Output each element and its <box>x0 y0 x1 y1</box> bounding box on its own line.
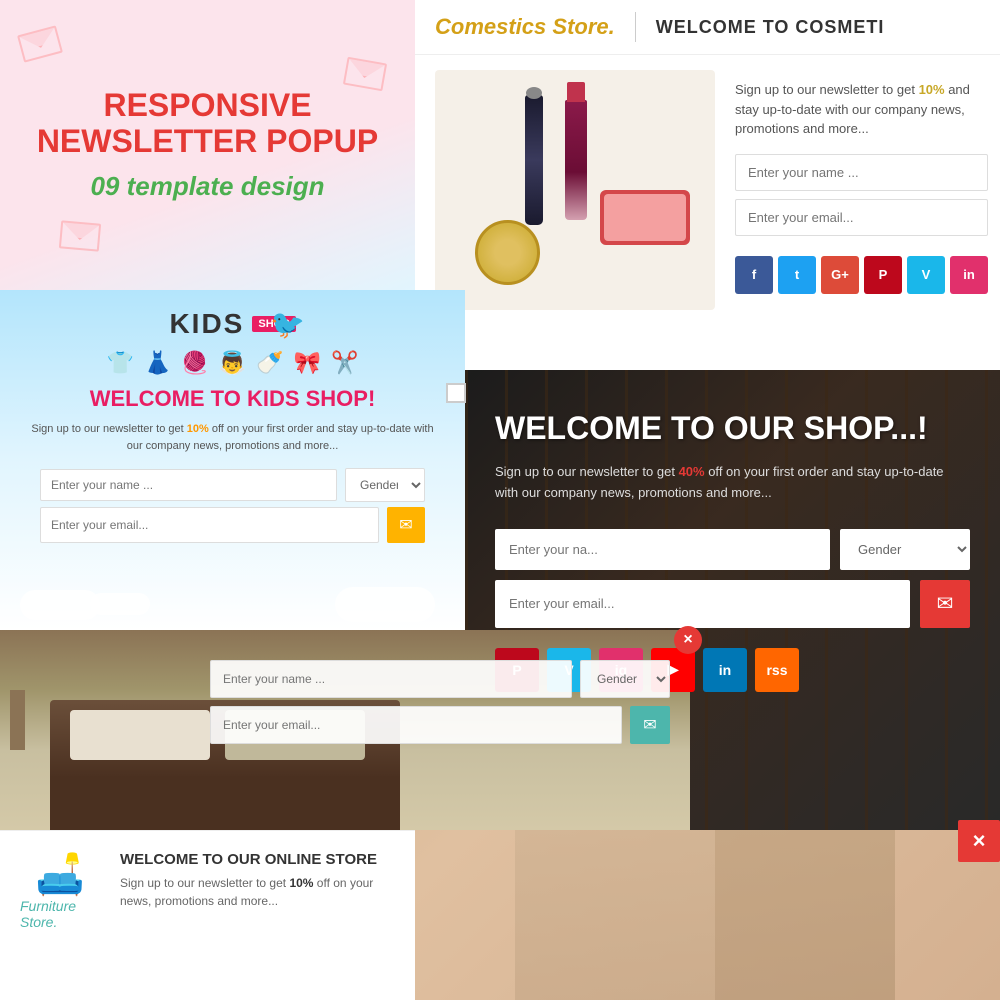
fashion-email-input[interactable] <box>495 580 910 628</box>
lipstick-product <box>565 100 587 220</box>
product-display <box>445 90 705 290</box>
cosmetics-logo-text: Comestics <box>435 14 546 39</box>
kids-signup-text: Sign up to our newsletter to get 10% off… <box>0 417 465 458</box>
fashion-form-row2: ✉ <box>495 580 970 628</box>
close-main-btn[interactable]: × <box>958 820 1000 862</box>
hanging-item-3: 🧶 <box>181 350 208 376</box>
cosmetics-facebook-btn[interactable]: f <box>735 256 773 294</box>
furniture-email-input[interactable] <box>210 706 622 744</box>
newsletter-title-line1: RESPONSIVE <box>103 88 311 123</box>
kids-form-row1: Gender Male Female <box>0 458 465 507</box>
furniture-form-area: Gender Male Female ✉ <box>210 660 670 752</box>
cosmetics-welcome-text: WELCOME TO COSMETI <box>656 17 885 38</box>
cosmetics-google-btn[interactable]: G+ <box>821 256 859 294</box>
cosmetics-email-input[interactable] <box>735 199 988 236</box>
cosmetics-twitter-btn[interactable]: t <box>778 256 816 294</box>
close-popup-btn-small[interactable]: × <box>674 626 702 654</box>
cosmetics-social-row: f t G+ P V in <box>735 256 988 294</box>
furniture-logo: 🛋️ Furniture Store. <box>20 851 100 930</box>
fashion-name-input[interactable] <box>495 529 830 570</box>
kids-bird-icon: 🐦 <box>270 308 305 341</box>
cosmetics-pinterest-btn[interactable]: P <box>864 256 902 294</box>
cosmetics-form: Sign up to our newsletter to get 10% and… <box>735 70 988 310</box>
cosmetics-header-divider <box>635 12 636 42</box>
hanging-item-7: ✂️ <box>331 350 358 376</box>
cosmetics-products-visual <box>435 70 715 310</box>
furniture-logo-text: Furniture Store. <box>20 898 100 930</box>
envelope-decoration-1 <box>17 25 63 62</box>
kids-email-input[interactable] <box>40 507 379 543</box>
kids-logo-text: KIDS <box>169 308 244 340</box>
bedroom-lamp <box>10 690 25 750</box>
mascara-product <box>525 95 543 225</box>
envelope-decoration-2 <box>343 57 387 92</box>
newsletter-title-line2: NEWSLETTER POPUP <box>37 124 378 159</box>
furniture-form-row1: Gender Male Female <box>210 660 670 698</box>
fashion-rss-btn[interactable]: rss <box>755 648 799 692</box>
fashion-linkedin-btn[interactable]: in <box>703 648 747 692</box>
kids-panel: KIDS SHOP 🐦 👕 👗 🧶 👼 🍼 🎀 ✂️ WELCOME TO KI… <box>0 290 465 630</box>
kids-gender-select[interactable]: Gender Male Female <box>345 468 425 502</box>
cosmetics-vimeo-btn[interactable]: V <box>907 256 945 294</box>
furniture-gender-select[interactable]: Gender Male Female <box>580 660 670 698</box>
cosmetics-name-input[interactable] <box>735 154 988 191</box>
women-figure-1 <box>515 830 715 1000</box>
checkbox-element[interactable] <box>446 383 466 403</box>
kids-header: KIDS SHOP 🐦 <box>0 290 465 345</box>
kids-name-input[interactable] <box>40 469 337 501</box>
cosmetics-header: Comestics Store. WELCOME TO COSMETI <box>415 0 1000 55</box>
cosmetics-instagram-btn[interactable]: in <box>950 256 988 294</box>
furniture-store-desc: Sign up to our newsletter to get 10% off… <box>120 874 395 910</box>
fashion-gender-select[interactable]: Gender Male Female <box>840 529 970 570</box>
furniture-form-row2: ✉ <box>210 706 670 744</box>
women-fashion-panel <box>415 830 1000 1000</box>
fashion-title: WELCOME TO OUR SHOP...! <box>495 410 970 447</box>
fashion-form-row1: Gender Male Female <box>495 529 970 570</box>
cosmetics-logo: Comestics Store. <box>435 14 615 40</box>
kids-form-row2: ✉ <box>0 507 465 553</box>
fashion-desc: Sign up to our newsletter to get 40% off… <box>495 462 970 504</box>
hanging-item-4: 👼 <box>219 350 246 376</box>
cosmetics-logo-script: Store. <box>552 14 614 39</box>
compact-product <box>600 190 690 245</box>
bedroom-pillow-1 <box>70 710 210 760</box>
hanging-item-1: 👕 <box>107 350 134 376</box>
cosmetics-body: Sign up to our newsletter to get 10% and… <box>415 55 1000 325</box>
kids-welcome-text: WELCOME TO KIDS SHOP! <box>0 381 465 417</box>
newsletter-subtitle: 09 template design <box>90 171 324 202</box>
women-figure-2 <box>715 830 895 1000</box>
cosmetics-panel: Comestics Store. WELCOME TO COSMETI Sign… <box>415 0 1000 370</box>
hanging-item-5: 🍼 <box>256 350 283 376</box>
round-compact-product <box>475 220 540 285</box>
newsletter-panel: RESPONSIVE NEWSLETTER POPUP 09 template … <box>0 0 415 290</box>
fashion-submit-btn[interactable]: ✉ <box>920 580 970 628</box>
furniture-store-text: WELCOME TO OUR ONLINE STORE Sign up to o… <box>120 851 395 910</box>
kids-hanging-items: 👕 👗 🧶 👼 🍼 🎀 ✂️ <box>0 345 465 381</box>
furniture-submit-btn[interactable]: ✉ <box>630 706 670 744</box>
cosmetics-signup-text: Sign up to our newsletter to get 10% and… <box>735 80 988 139</box>
cloud-decoration-3 <box>335 587 435 622</box>
furniture-store-title: WELCOME TO OUR ONLINE STORE <box>120 851 395 868</box>
kids-submit-btn[interactable]: ✉ <box>387 507 425 543</box>
cloud-decoration-2 <box>90 593 150 615</box>
furniture-name-input[interactable] <box>210 660 572 698</box>
furniture-sofa-icon: 🛋️ <box>35 851 85 898</box>
hanging-item-6: 🎀 <box>294 350 321 376</box>
envelope-decoration-3 <box>59 220 101 251</box>
furniture-store-panel: 🛋️ Furniture Store. WELCOME TO OUR ONLIN… <box>0 830 415 1000</box>
cloud-decoration-1 <box>20 590 100 620</box>
hanging-item-2: 👗 <box>144 350 171 376</box>
